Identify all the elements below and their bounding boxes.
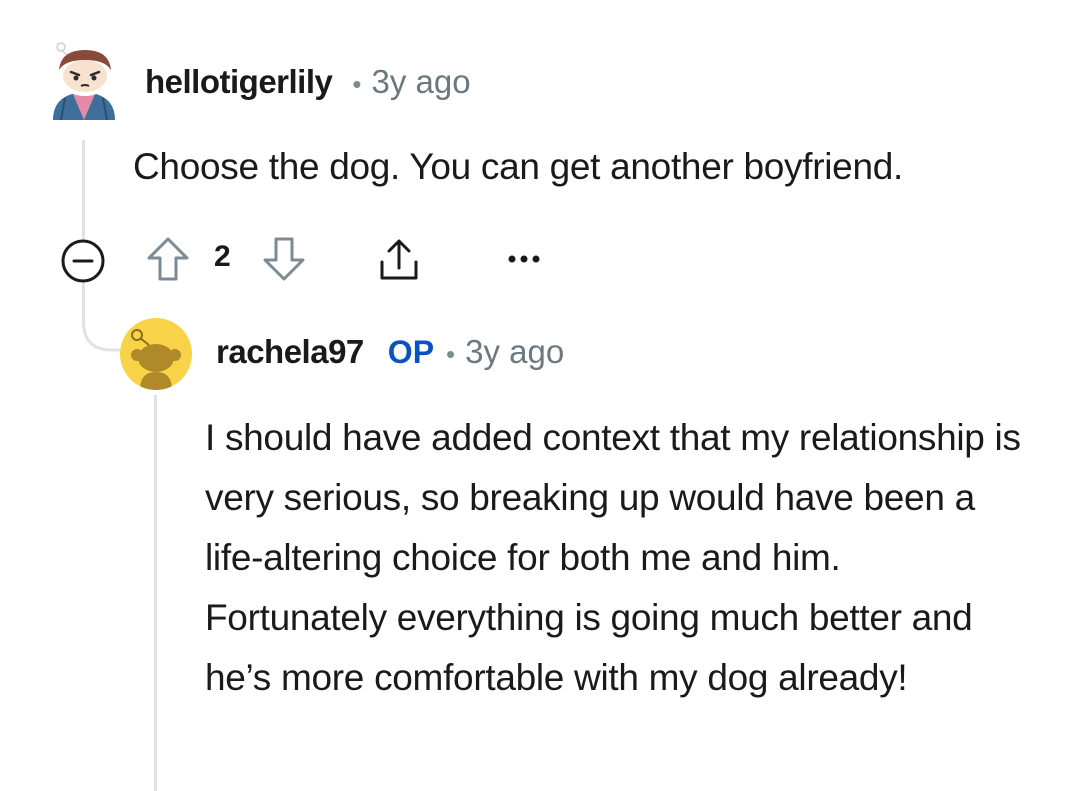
default-snoo-avatar-icon (131, 329, 181, 390)
reply-thread-line[interactable] (154, 395, 157, 791)
downvote-arrow-icon (263, 237, 305, 281)
comment-avatar[interactable] (45, 42, 123, 121)
more-options-button[interactable] (502, 244, 546, 274)
upvote-button[interactable] (144, 234, 192, 284)
reply-header: rachela97 OP • 3y ago (216, 333, 564, 377)
downvote-button[interactable] (260, 234, 308, 284)
upvote-arrow-icon (147, 237, 189, 281)
meta-separator: • (446, 339, 456, 369)
meta-separator: • (352, 69, 362, 99)
comment-timestamp[interactable]: 3y ago (371, 63, 470, 101)
reply-thread-connector (82, 282, 122, 352)
share-icon (380, 239, 418, 280)
reply-timestamp[interactable]: 3y ago (465, 333, 564, 371)
reply-body: I should have added context that my rela… (205, 417, 1021, 698)
collapse-minus-icon (61, 239, 105, 283)
share-button[interactable] (372, 234, 426, 286)
more-options-icon (508, 255, 540, 263)
vote-score: 2 (214, 240, 231, 273)
reply-author[interactable]: rachela97 (216, 333, 364, 371)
comment-author[interactable]: hellotigerlily (145, 63, 333, 101)
comment-thread-line[interactable] (82, 140, 85, 240)
comment-header: hellotigerlily • 3y ago (145, 63, 471, 107)
op-badge: OP (387, 334, 435, 370)
comment-body: Choose the dog. You can get another boyf… (133, 146, 903, 187)
collapse-button[interactable] (58, 236, 108, 286)
snoo-avatar-icon (53, 42, 115, 121)
reply-avatar[interactable] (120, 318, 192, 390)
